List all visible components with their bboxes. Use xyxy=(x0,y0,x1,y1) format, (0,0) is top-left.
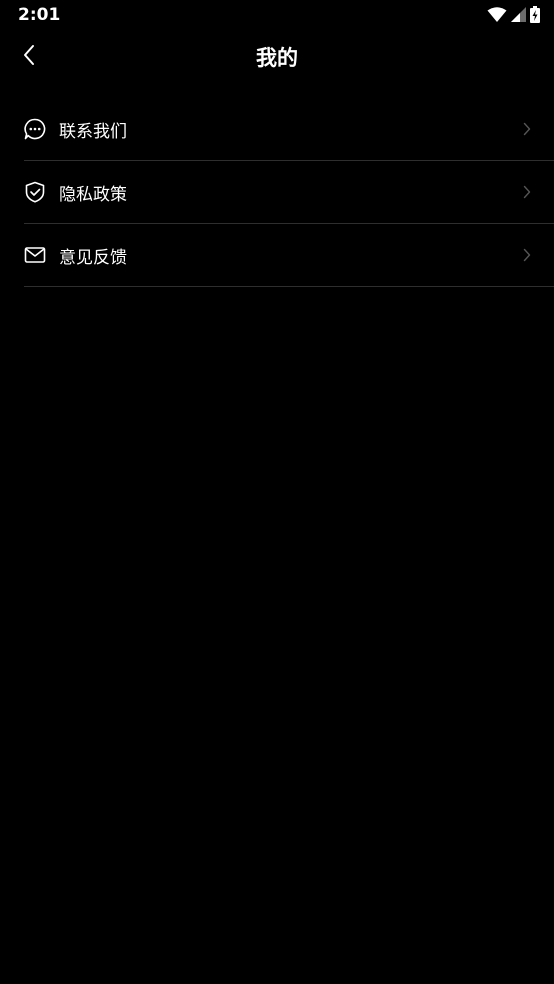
battery-charging-icon xyxy=(530,6,540,23)
screen: 2:01 我的 联系我们 隐私政策 意见反馈 xyxy=(0,0,554,984)
chevron-right-icon xyxy=(522,185,532,199)
page-title: 我的 xyxy=(256,46,298,70)
menu-item-contact-us[interactable]: 联系我们 xyxy=(24,98,554,161)
envelope-icon xyxy=(24,244,46,266)
chevron-right-icon xyxy=(522,248,532,262)
menu-item-feedback[interactable]: 意见反馈 xyxy=(24,224,554,287)
shield-check-icon xyxy=(24,181,46,203)
status-time: 2:01 xyxy=(18,5,61,25)
menu-item-label: 隐私政策 xyxy=(59,184,127,205)
cellular-signal-icon xyxy=(511,7,526,22)
status-bar: 2:01 xyxy=(0,0,554,30)
chevron-right-icon xyxy=(522,122,532,136)
menu-list: 联系我们 隐私政策 意见反馈 xyxy=(24,98,554,287)
chat-bubble-icon xyxy=(24,118,46,140)
menu-item-label: 联系我们 xyxy=(59,121,127,142)
wifi-icon xyxy=(487,6,507,23)
menu-item-label: 意见反馈 xyxy=(59,247,127,268)
header: 我的 xyxy=(0,30,554,84)
menu-item-privacy-policy[interactable]: 隐私政策 xyxy=(24,161,554,224)
status-icons xyxy=(487,6,540,23)
